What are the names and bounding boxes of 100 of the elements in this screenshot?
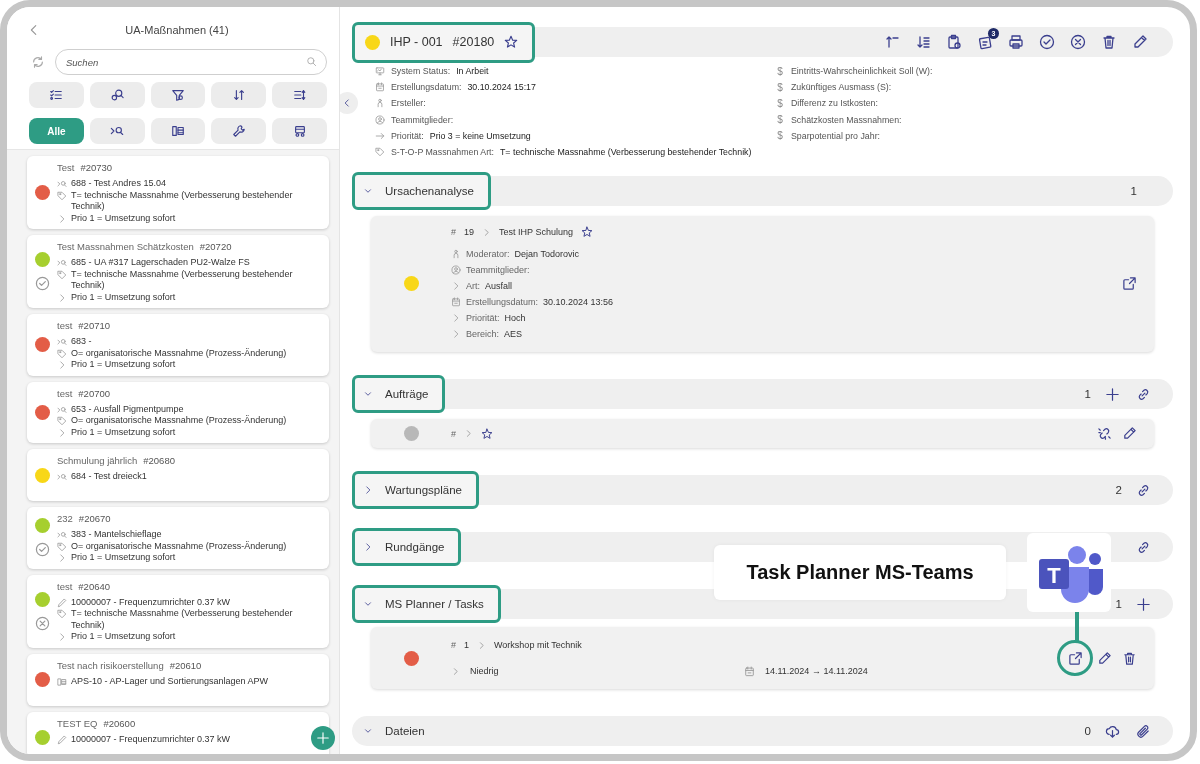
link-icon[interactable] bbox=[1136, 539, 1151, 555]
chevron-icon bbox=[57, 213, 67, 224]
pencil-icon[interactable] bbox=[1122, 426, 1137, 442]
sort-descending-icon[interactable] bbox=[915, 34, 931, 50]
paperclip-icon[interactable] bbox=[1136, 723, 1151, 739]
chevron-icon bbox=[451, 313, 461, 324]
card-text: APS-10 - AP-Lager und Sortierungsanlagen APW bbox=[71, 675, 269, 687]
tool-button[interactable] bbox=[272, 82, 327, 108]
measure-card[interactable]: test #20700 653 - Ausfall Pigmentpumpe O= organisatorische Massnahme (Prozess-Änderung) Prio 1 = Umsetzung sofort bbox=[27, 381, 329, 443]
star-icon[interactable] bbox=[580, 226, 593, 239]
filter-button[interactable] bbox=[211, 118, 267, 144]
collapse-handle[interactable] bbox=[340, 92, 358, 114]
star-icon[interactable] bbox=[481, 427, 493, 440]
field-label: Schätzkosten Massnahmen: bbox=[791, 114, 902, 125]
chevron-icon[interactable] bbox=[363, 542, 373, 553]
task-card[interactable]: # 1 Workshop mit Technik Niedrig 14.11.2024 → 14.11.2024 bbox=[371, 627, 1154, 690]
clipboard-icon[interactable] bbox=[946, 34, 962, 50]
cancel-circle-icon[interactable] bbox=[1070, 34, 1086, 50]
back-icon bbox=[342, 98, 352, 108]
link-icon[interactable] bbox=[1136, 482, 1151, 498]
tool-button[interactable] bbox=[150, 82, 206, 108]
sort-ascending-icon[interactable] bbox=[884, 34, 900, 50]
measure-card[interactable]: TEST EQ #20600 10000007 - Frequenzumrichter 0.37 kW bbox=[27, 711, 329, 754]
magnifier-icon bbox=[110, 124, 125, 138]
order-row[interactable]: # bbox=[371, 419, 1154, 449]
section-header[interactable]: Dateien 0 bbox=[352, 716, 1173, 747]
section-title: Ursachenanalyse bbox=[385, 185, 474, 198]
field-label: Art: bbox=[466, 281, 480, 292]
task-priority: Niedrig bbox=[470, 666, 499, 677]
magnifier-icon bbox=[57, 404, 67, 415]
user-circle-icon bbox=[451, 265, 461, 276]
list-sort-icon bbox=[292, 88, 307, 102]
chevron-icon bbox=[451, 329, 461, 340]
field-label: Bereich: bbox=[466, 329, 500, 340]
card-text: T= technische Massnahme (Verbesserung bestehender Technik) bbox=[71, 268, 294, 292]
card-text: Prio 1 = Umsetzung sofort bbox=[71, 291, 176, 303]
chevron-icon bbox=[57, 360, 67, 370]
field-value: In Arbeit bbox=[456, 66, 489, 77]
record-number: #20640 bbox=[78, 579, 110, 594]
filter-button[interactable] bbox=[272, 118, 327, 144]
measure-card[interactable]: Test Massnahmen Schätzkosten #20720 685 - UA #317 Lagerschaden PU2-Walze FS T= technische Massnahme (Verbesserung bestehender Technik) Prio 1 = Umsetzung sofort bbox=[27, 235, 329, 308]
check-circle-icon[interactable] bbox=[1039, 34, 1055, 50]
card-text: 688 - Test Andres 15.04 bbox=[71, 178, 166, 190]
chevron-icon bbox=[57, 427, 67, 438]
record-number: #20600 bbox=[103, 716, 136, 731]
tool-button[interactable] bbox=[211, 82, 267, 108]
measure-card[interactable]: test #20640 10000007 - Frequenzumrichter 0.37 kW T= technische Massnahme (Verbesserung bestehender Technik) Prio 1 = Umsetzung sofort bbox=[27, 574, 329, 648]
field-value: Prio 3 = keine Umsetzung bbox=[429, 130, 531, 141]
magnifier-icon bbox=[57, 258, 67, 268]
link-icon[interactable] bbox=[1136, 386, 1151, 402]
task-list-icon[interactable] bbox=[977, 34, 993, 50]
external-link-icon[interactable] bbox=[1067, 650, 1083, 666]
measure-card[interactable]: Test nach risikoerstellung #20610 APS-10 - AP-Lager und Sortierungsanlagen APW bbox=[27, 653, 329, 706]
pencil-icon[interactable] bbox=[1132, 34, 1148, 50]
card-title: Test Massnahmen Schätzkosten bbox=[57, 240, 194, 254]
filter-icon bbox=[171, 88, 185, 102]
measure-card[interactable]: test #20710 683 - O= organisatorische Massnahme (Prozess-Änderung) Prio 1 = Umsetzung sofort bbox=[27, 314, 329, 376]
trash-icon[interactable] bbox=[1101, 34, 1117, 50]
record-number: #20680 bbox=[143, 454, 175, 468]
tag-icon bbox=[57, 269, 67, 280]
card-title: test bbox=[57, 579, 73, 594]
field-value: Hoch bbox=[504, 313, 526, 324]
plus-icon bbox=[316, 731, 330, 745]
search-field[interactable]: Suchen bbox=[55, 49, 327, 75]
field-label: Ersteller: bbox=[391, 98, 426, 109]
card-title: Schmulung jährlich bbox=[57, 454, 138, 468]
plus-icon[interactable] bbox=[1105, 386, 1120, 402]
section-title: Wartungspläne bbox=[385, 484, 462, 497]
measure-card[interactable]: Test #20730 688 - Test Andres 15.04 T= technische Massnahme (Verbesserung bestehender Technik) Prio 1 = Umsetzung sofort bbox=[27, 156, 329, 229]
section-title: MS Planner / Tasks bbox=[385, 598, 484, 611]
filter-button[interactable] bbox=[150, 118, 206, 144]
item-count: 1 bbox=[1115, 598, 1122, 611]
filter-button[interactable] bbox=[89, 118, 145, 144]
pencil-icon[interactable] bbox=[1097, 650, 1112, 666]
download-icon[interactable] bbox=[1105, 723, 1120, 739]
vehicle-icon bbox=[292, 124, 307, 138]
chevron-icon[interactable] bbox=[363, 485, 373, 496]
printer-icon[interactable] bbox=[1008, 34, 1024, 50]
item-count: 0 bbox=[1084, 725, 1091, 738]
broken-link-icon[interactable] bbox=[1097, 426, 1112, 442]
measure-card[interactable]: Schmulung jährlich #20680 684 - Test dreieck1 bbox=[27, 449, 329, 501]
star-icon[interactable] bbox=[504, 35, 519, 49]
field-value: Dejan Todorovic bbox=[514, 249, 579, 260]
hash-sign: # bbox=[451, 640, 456, 651]
chevron-icon bbox=[57, 632, 67, 642]
card-title: Test bbox=[57, 161, 75, 175]
trash-icon[interactable] bbox=[1122, 650, 1137, 666]
record-number: #20710 bbox=[78, 319, 110, 333]
external-link-icon[interactable] bbox=[1122, 275, 1137, 291]
measure-card[interactable]: 232 #20670 383 - Mantelschieflage O= organisatorische Massnahme (Prozess-Änderung) Prio 1 = Umsetzung sofort bbox=[27, 507, 329, 569]
person-icon bbox=[451, 249, 461, 260]
tool-button[interactable] bbox=[89, 82, 145, 108]
analysis-card[interactable]: # 19 Test IHP Schulung Moderator: Dejan Todorovic Teammitglieder: Art: Ausfall Erstellungsdatum: 30.10.2024 13:56 Priorität: Hoch Bereich: AES bbox=[371, 216, 1154, 353]
plus-icon[interactable] bbox=[1136, 596, 1151, 612]
card-text: Prio 1 = Umsetzung sofort bbox=[71, 212, 176, 224]
tool-button[interactable] bbox=[29, 82, 84, 108]
person-icon bbox=[375, 98, 385, 109]
item-count: 2 bbox=[1115, 484, 1122, 497]
card-title: 232 bbox=[57, 512, 73, 526]
tag-icon bbox=[375, 147, 385, 158]
